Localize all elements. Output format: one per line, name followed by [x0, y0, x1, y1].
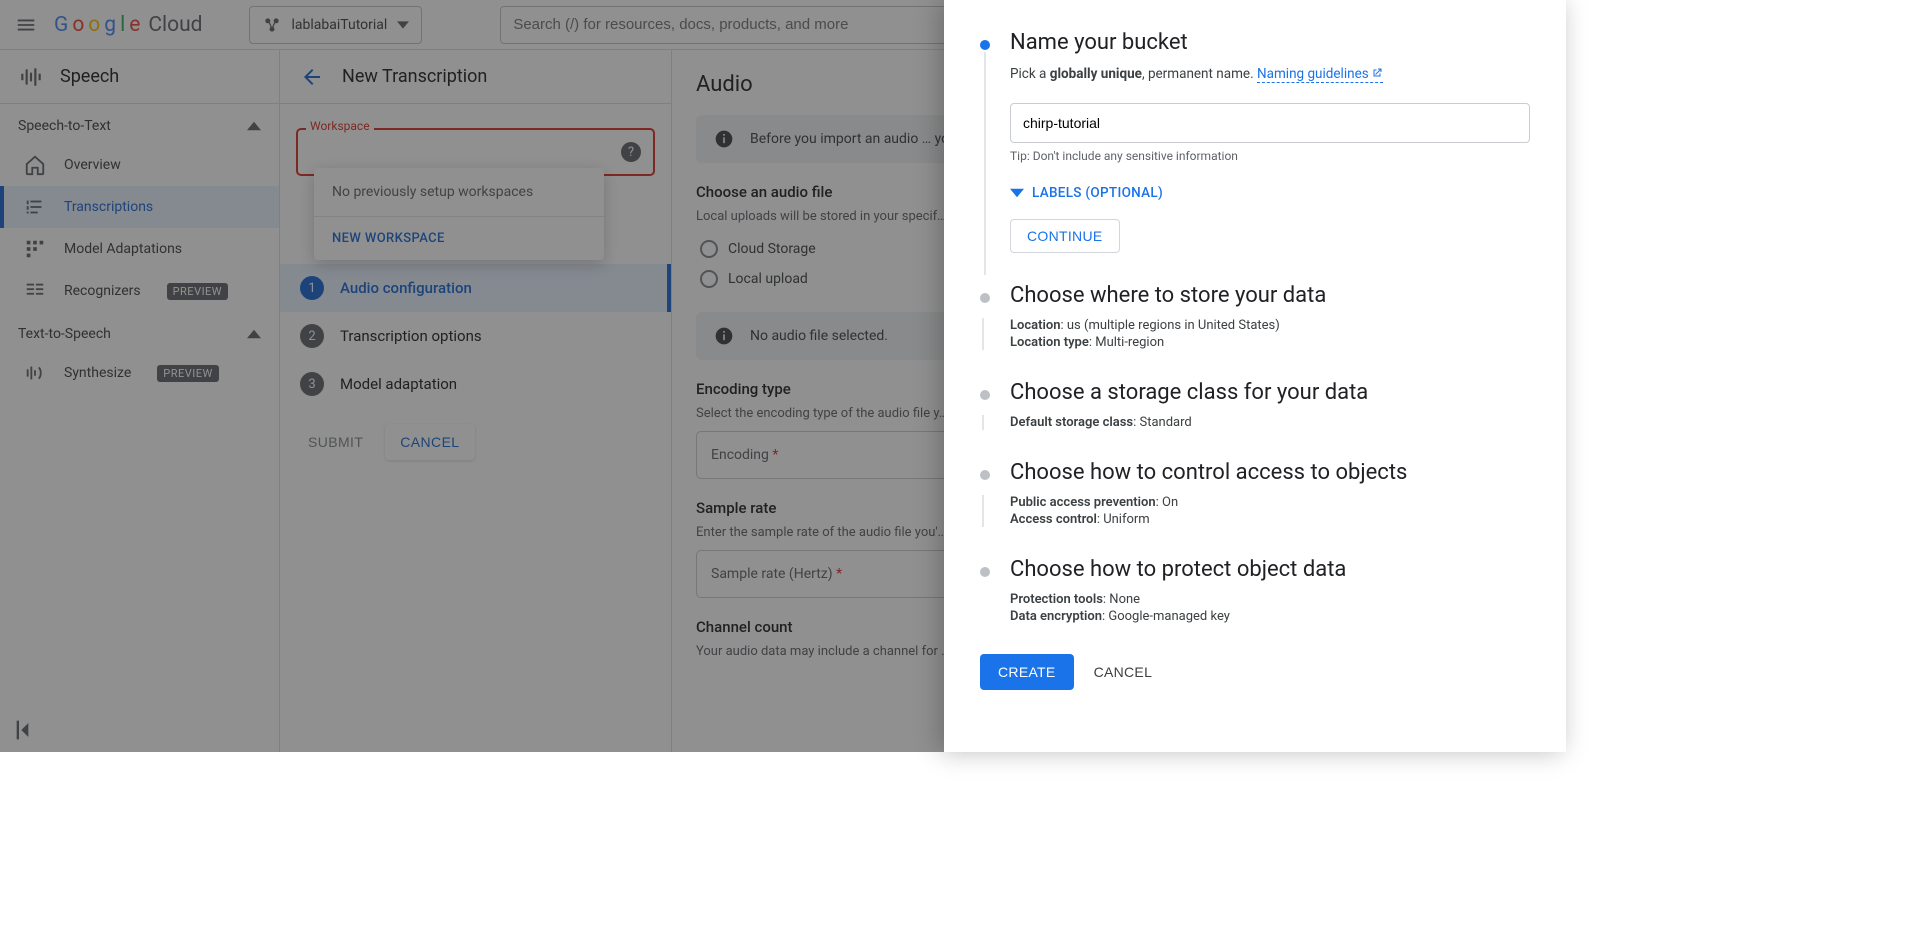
step-subtitle: Pick a globally unique, permanent name. … [1010, 65, 1530, 85]
kv-public-access-prevention: Public access prevention: On [1010, 495, 1530, 510]
step-title: Choose where to store your data [1010, 283, 1530, 308]
naming-guidelines-link[interactable]: Naming guidelines [1257, 66, 1383, 83]
step-name-bucket: Name your bucket Pick a globally unique,… [980, 30, 1530, 253]
step-where-store[interactable]: Choose where to store your data Location… [980, 283, 1530, 350]
kv-location-type: Location type: Multi-region [1010, 335, 1530, 350]
external-link-icon [1369, 66, 1383, 82]
create-button[interactable]: CREATE [980, 654, 1074, 690]
step-title: Choose how to control access to objects [1010, 460, 1530, 485]
bucket-name-input[interactable] [1010, 103, 1530, 143]
step-title: Name your bucket [1010, 30, 1530, 55]
drawer-cancel-button[interactable]: CANCEL [1094, 664, 1153, 680]
create-bucket-drawer: Name your bucket Pick a globally unique,… [944, 0, 1566, 752]
step-protect-data[interactable]: Choose how to protect object data Protec… [980, 557, 1530, 624]
kv-access-control: Access control: Uniform [1010, 512, 1530, 527]
step-title: Choose how to protect object data [1010, 557, 1530, 582]
kv-protection-tools: Protection tools: None [1010, 592, 1530, 607]
chevron-down-icon [1010, 186, 1024, 200]
step-storage-class[interactable]: Choose a storage class for your data Def… [980, 380, 1530, 430]
kv-location: Location: us (multiple regions in United… [1010, 318, 1530, 333]
continue-button[interactable]: CONTINUE [1010, 219, 1120, 253]
labels-toggle-text: LABELS (OPTIONAL) [1032, 185, 1163, 201]
kv-data-encryption: Data encryption: Google-managed key [1010, 609, 1530, 624]
step-title: Choose a storage class for your data [1010, 380, 1530, 405]
labels-optional-toggle[interactable]: LABELS (OPTIONAL) [1010, 185, 1530, 201]
bucket-name-tip: Tip: Don't include any sensitive informa… [1010, 149, 1530, 163]
kv-default-storage-class: Default storage class: Standard [1010, 415, 1530, 430]
step-access-control[interactable]: Choose how to control access to objects … [980, 460, 1530, 527]
